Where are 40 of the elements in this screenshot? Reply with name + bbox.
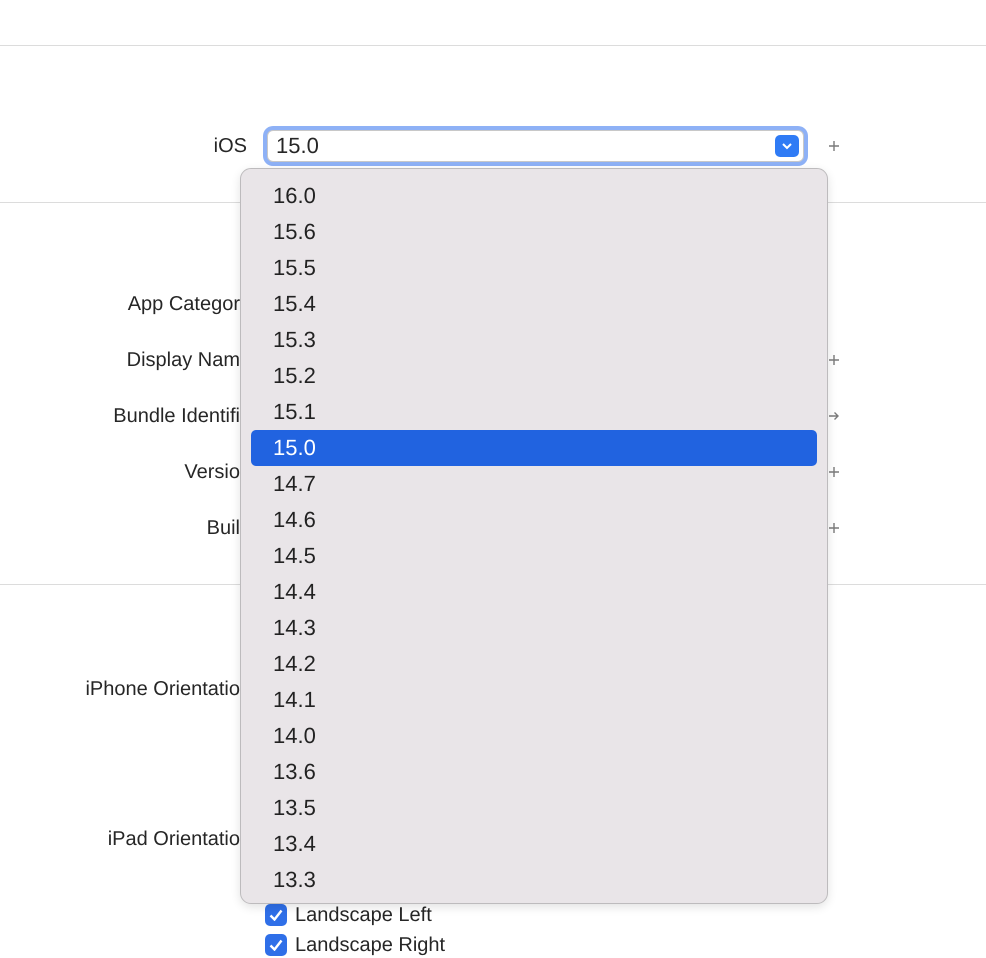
checkbox-label: Landscape Right [295, 934, 446, 956]
menu-item[interactable]: 14.0 [251, 718, 817, 754]
checkbox[interactable] [265, 934, 287, 956]
menu-item[interactable]: 15.0 [251, 430, 817, 466]
chevron-icon [775, 135, 799, 157]
menu-item[interactable]: 15.5 [251, 250, 817, 286]
checkbox[interactable] [265, 904, 287, 926]
menu-item[interactable]: 14.6 [251, 502, 817, 538]
field-label: iPad Orientatio [108, 827, 240, 852]
field-label: Display Nam [126, 348, 240, 372]
arrow-icon[interactable] [828, 410, 840, 422]
menu-item[interactable]: 14.2 [251, 646, 817, 682]
add-icon[interactable] [828, 466, 840, 478]
field-label: iPhone Orientatio [85, 677, 240, 702]
menu-item[interactable]: 15.6 [251, 214, 817, 250]
add-icon[interactable] [828, 354, 840, 366]
menu-item[interactable]: 14.5 [251, 538, 817, 574]
menu-item[interactable]: 15.4 [251, 286, 817, 322]
add-icon[interactable] [828, 140, 840, 152]
checkbox-label: Landscape Left [295, 904, 432, 926]
menu-item[interactable]: 14.4 [251, 574, 817, 610]
menu-item[interactable]: 14.1 [251, 682, 817, 718]
checkmark-icon [269, 909, 283, 921]
menu-item[interactable]: 15.2 [251, 358, 817, 394]
menu-item[interactable]: 14.7 [251, 466, 817, 502]
menu-item[interactable]: 13.6 [251, 754, 817, 790]
menu-item[interactable]: 13.4 [251, 826, 817, 862]
field-label: Bundle Identifi [113, 404, 240, 428]
menu-item[interactable]: 15.3 [251, 322, 817, 358]
menu-item[interactable]: 14.3 [251, 610, 817, 646]
checkmark-icon [269, 939, 283, 951]
menu-item[interactable]: 16.0 [251, 178, 817, 214]
field-label: iOS [214, 134, 247, 158]
menu-item[interactable]: 15.1 [251, 394, 817, 430]
field-label: Buil [206, 516, 240, 540]
add-icon[interactable] [828, 522, 840, 534]
menu-item[interactable]: 13.3 [251, 862, 817, 898]
field-label: Versio [184, 460, 240, 484]
field-label: App Categor [128, 292, 240, 316]
menu-item[interactable]: 13.5 [251, 790, 817, 826]
